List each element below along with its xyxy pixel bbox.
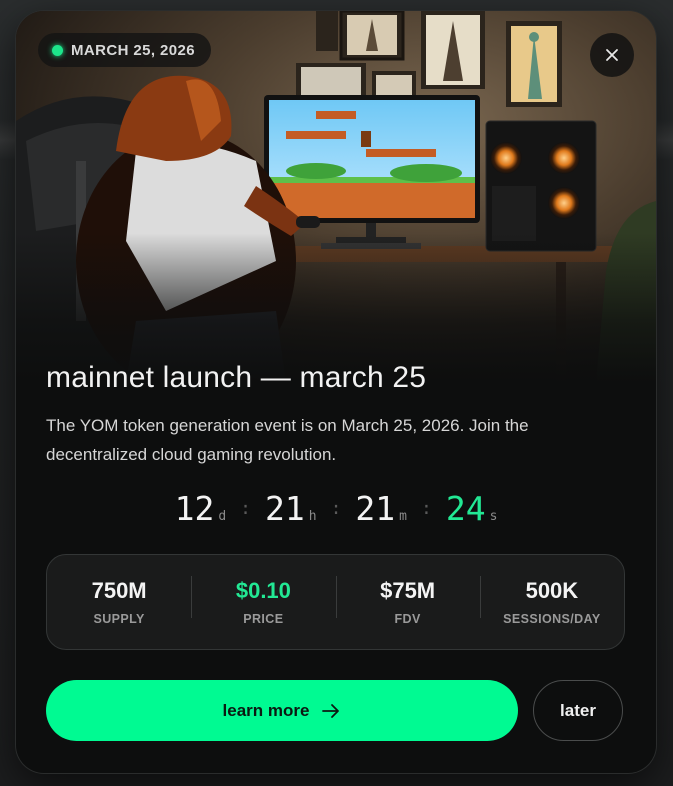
countdown-separator: : (330, 498, 342, 519)
countdown-days-unit: d (218, 509, 227, 524)
countdown-minutes-unit: m (399, 509, 407, 524)
stat-label: SUPPLY (93, 612, 145, 626)
stat-fdv: $75M FDV (335, 576, 480, 626)
later-button[interactable]: later (533, 680, 623, 741)
live-status-dot (52, 44, 63, 56)
stat-label: PRICE (243, 612, 284, 626)
countdown-timer: 12 d : 21 h : 21 m : 24 s (16, 489, 656, 528)
launch-modal: MARCH 25, 2026 mainnet launch — march 25… (16, 11, 656, 773)
countdown-hours: 21 (265, 489, 305, 528)
modal-description: The YOM token generation event is on Mar… (46, 416, 529, 464)
countdown-seconds-unit: s (489, 509, 498, 524)
stat-price: $0.10 PRICE (191, 576, 335, 626)
stat-value: 500K (525, 578, 579, 603)
date-badge-label: MARCH 25, 2026 (71, 41, 195, 59)
countdown-separator: : (240, 498, 251, 519)
token-stats-panel: 750M SUPPLY $0.10 PRICE $75M FDV 500K SE… (46, 554, 625, 650)
close-button[interactable] (590, 33, 634, 77)
stat-label: SESSIONS/DAY (503, 612, 601, 626)
stat-value: $0.10 (235, 578, 291, 603)
countdown-days: 12 (174, 489, 215, 528)
date-badge: MARCH 25, 2026 (38, 33, 211, 67)
stat-value: 750M (91, 578, 147, 603)
arrow-right-icon (322, 703, 340, 718)
countdown-separator: : (421, 498, 432, 519)
stat-value: $75M (380, 578, 436, 603)
stat-supply: 750M SUPPLY (47, 578, 191, 626)
stat-label: FDV (394, 612, 421, 626)
modal-title: mainnet launch — march 25 (46, 361, 427, 394)
close-icon (606, 49, 618, 61)
stat-sessions: 500K SESSIONS/DAY (479, 576, 624, 626)
learn-more-label: learn more (222, 700, 310, 720)
learn-more-button[interactable]: learn more (46, 680, 518, 741)
countdown-seconds: 24 (445, 489, 486, 528)
countdown-hours-unit: h (308, 509, 317, 524)
countdown-minutes: 21 (355, 489, 396, 528)
